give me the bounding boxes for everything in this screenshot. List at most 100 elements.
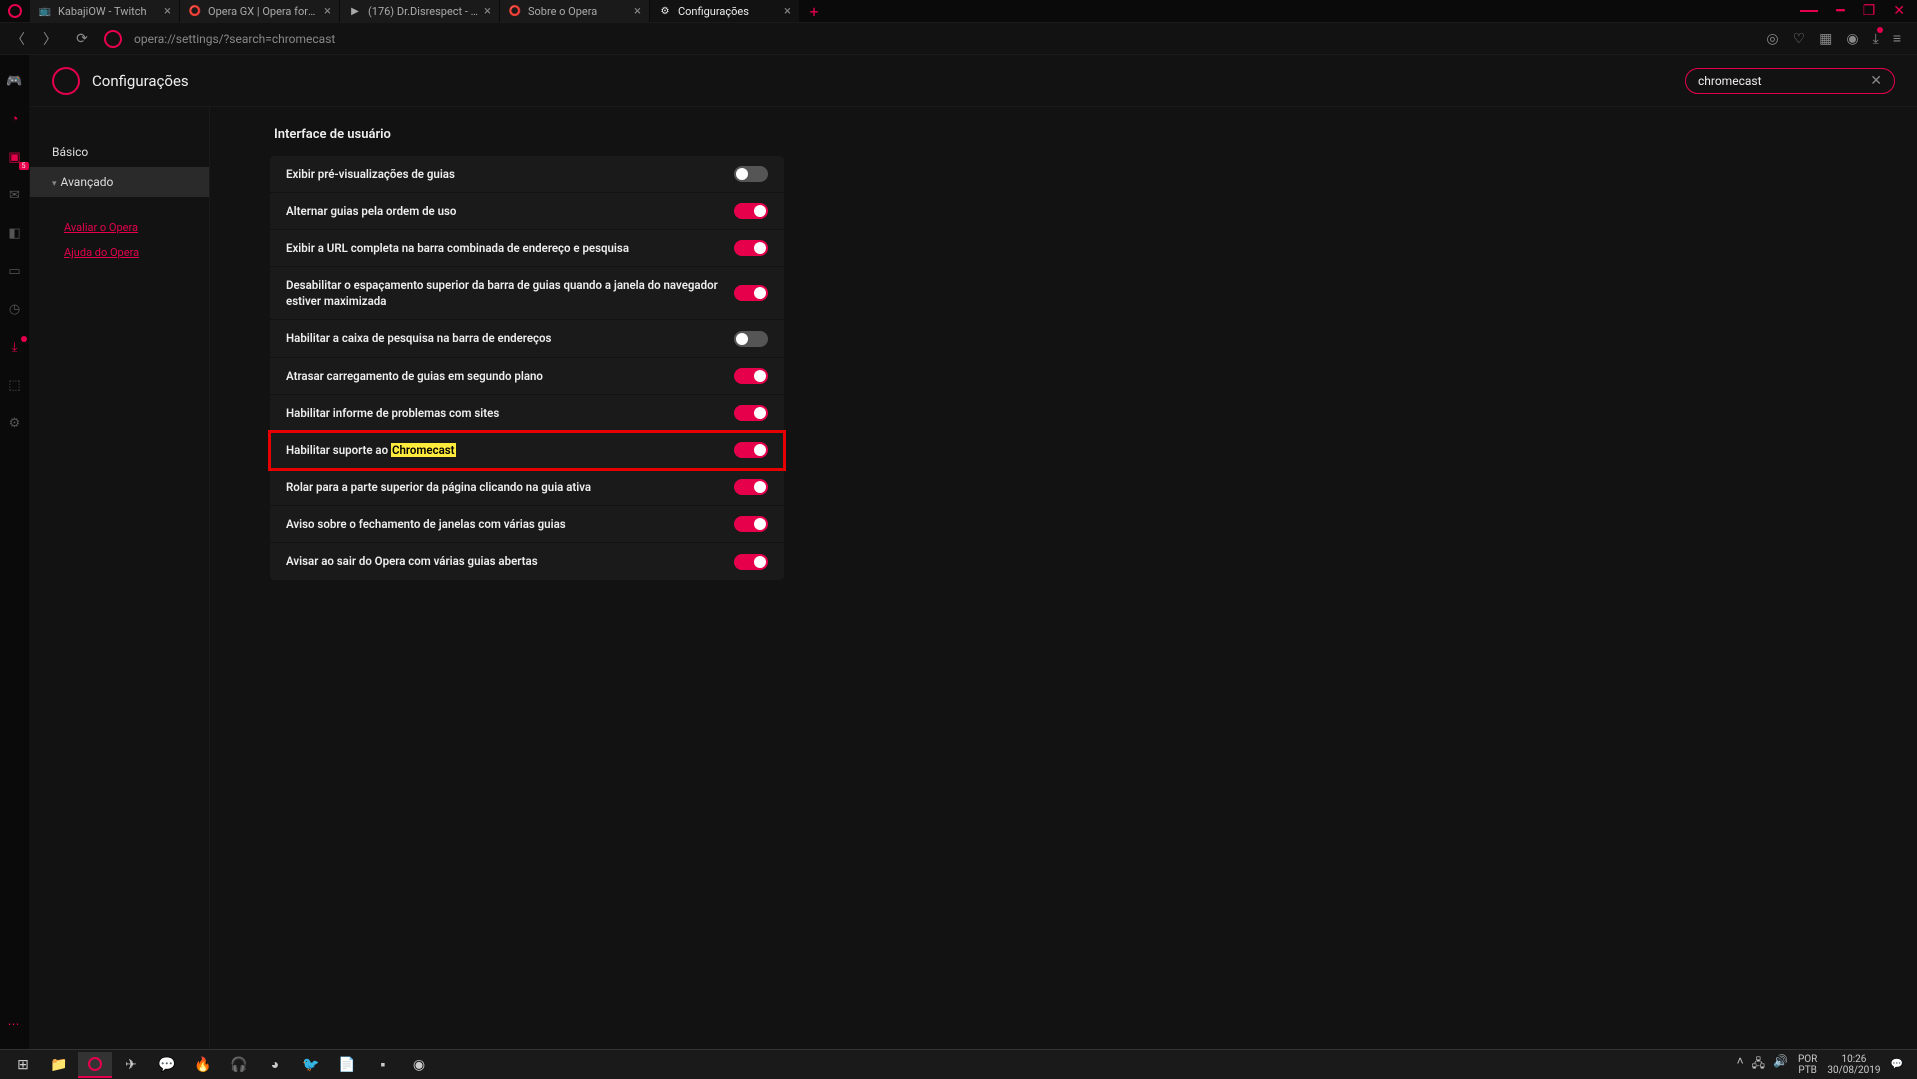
steam-icon[interactable]: ◕ — [258, 1052, 292, 1078]
volume-icon[interactable]: 🔊 — [1773, 1054, 1788, 1075]
settings-search-box[interactable]: ✕ — [1685, 68, 1895, 94]
tab-label: Opera GX | Opera forums — [208, 5, 318, 18]
downloads-sidebar-icon[interactable]: ⤓ — [7, 339, 23, 355]
setting-toggle[interactable] — [734, 516, 768, 532]
settings-sidebar-icon[interactable]: ⚙ — [7, 415, 23, 431]
action-center-icon[interactable]: 💬 — [1891, 1059, 1903, 1070]
settings-content: Interface de usuário Exibir pré-visualiz… — [210, 107, 1917, 1049]
app-icon-3[interactable]: 📄 — [330, 1052, 364, 1078]
network-icon[interactable]: 🖧 — [1752, 1054, 1765, 1075]
setting-row: Exibir pré-visualizações de guias — [270, 156, 784, 193]
gx-corner-icon[interactable]: 🎮 — [7, 73, 23, 89]
section-title-ui: Interface de usuário — [270, 127, 1857, 142]
whatsapp-sidebar-icon[interactable]: ✉ — [7, 187, 23, 203]
twitch-icon[interactable]: ▣5 — [7, 149, 23, 165]
tab-favicon: ▶ — [348, 4, 362, 18]
workspaces-icon[interactable]: ▭ — [7, 263, 23, 279]
setting-row: Habilitar informe de problemas com sites — [270, 395, 784, 432]
clock[interactable]: 10:2630/08/2019 — [1827, 1054, 1880, 1076]
opera-menu-button[interactable] — [0, 0, 30, 23]
language-indicator[interactable]: PORPTB — [1798, 1054, 1817, 1076]
tab-close-icon[interactable]: × — [484, 4, 491, 19]
nav-advanced[interactable]: ▾Avançado — [30, 167, 209, 197]
setting-row: Alternar guias pela ordem de uso — [270, 193, 784, 230]
opera-logo-icon — [52, 67, 80, 95]
setting-toggle[interactable] — [734, 203, 768, 219]
windows-taskbar: ⊞ 📁 ✈ 💬 🔥 🎧 ◕ 🐦 📄 ▪ ◉ ˄ 🖧 🔊 PORPTB 10:26… — [0, 1049, 1917, 1079]
extensions-icon[interactable]: ⬚ — [7, 377, 23, 393]
start-button[interactable]: ⊞ — [6, 1052, 40, 1078]
whatsapp-icon[interactable]: 💬 — [150, 1052, 184, 1078]
browser-tab[interactable]: ⭕ Opera GX | Opera forums × — [180, 0, 340, 22]
heart-icon[interactable]: ♡ — [1793, 31, 1806, 47]
setting-label: Atrasar carregamento de guias em segundo… — [286, 368, 734, 384]
extension-icon-2[interactable]: ◉ — [1846, 31, 1858, 47]
clear-search-icon[interactable]: ✕ — [1870, 73, 1882, 89]
settings-search-input[interactable] — [1698, 74, 1870, 88]
rate-opera-link[interactable]: Avaliar o Opera — [30, 215, 209, 240]
forward-button[interactable]: 〉 — [40, 29, 60, 49]
help-opera-link[interactable]: Ajuda do Opera — [30, 240, 209, 265]
setting-row: Exibir a URL completa na barra combinada… — [270, 230, 784, 267]
nav-basic[interactable]: Básico — [30, 137, 209, 167]
setting-toggle[interactable] — [734, 405, 768, 421]
tab-favicon: ⭕ — [188, 4, 202, 18]
downloads-icon[interactable]: ⤓ — [1873, 31, 1879, 47]
back-button[interactable]: 〈 — [8, 29, 28, 49]
app-icon-2[interactable]: 🐦 — [294, 1052, 328, 1078]
extension-icon-1[interactable]: ▦ — [1819, 31, 1832, 47]
messenger-sidebar-icon[interactable]: ◧ — [7, 225, 23, 241]
site-identity-icon[interactable] — [104, 30, 122, 48]
setting-toggle[interactable] — [734, 442, 768, 458]
telegram-icon[interactable]: ✈ — [114, 1052, 148, 1078]
system-tray[interactable]: ˄ 🖧 🔊 PORPTB 10:2630/08/2019 💬 — [1737, 1054, 1911, 1076]
setting-label: Avisar ao sair do Opera com várias guias… — [286, 553, 734, 569]
sidebar-more-icon[interactable]: ⋯ — [8, 1017, 22, 1031]
setting-toggle[interactable] — [734, 554, 768, 570]
chrome-icon[interactable]: ◉ — [402, 1052, 436, 1078]
tab-label: Configurações — [678, 5, 778, 18]
gx-control-icon[interactable] — [1800, 10, 1818, 12]
setting-label: Exibir pré-visualizações de guias — [286, 166, 734, 182]
easy-setup-icon[interactable]: ≡ — [1893, 30, 1901, 47]
browser-tab[interactable]: ▶ (176) Dr.Disrespect - Gillet... × — [340, 0, 500, 22]
setting-label: Habilitar a caixa de pesquisa na barra d… — [286, 330, 734, 346]
tab-label: (176) Dr.Disrespect - Gillet... — [368, 5, 478, 18]
browser-tab[interactable]: 📺KabajiOW - Twitch× — [30, 0, 180, 22]
browser-tab[interactable]: ⚙Configurações× — [650, 0, 800, 22]
limiter-icon[interactable]: ◔ — [7, 111, 23, 127]
nav-advanced-label: Avançado — [61, 175, 114, 189]
reload-button[interactable]: ⟳ — [72, 29, 92, 49]
address-bar: 〈 〉 ⟳ opera://settings/?search=chromecas… — [0, 23, 1917, 55]
setting-toggle[interactable] — [734, 240, 768, 256]
maximize-button[interactable]: ❐ — [1863, 3, 1876, 19]
setting-label: Aviso sobre o fechamento de janelas com … — [286, 516, 734, 532]
opera-gx-taskbar-icon[interactable] — [78, 1052, 112, 1078]
setting-toggle[interactable] — [734, 166, 768, 182]
browser-sidebar: 🎮 ◔ ▣5 ✉ ◧ ▭ ◷ ⤓ ⬚ ⚙ ⋯ — [0, 55, 30, 1049]
tab-close-icon[interactable]: × — [164, 4, 171, 19]
tab-close-icon[interactable]: × — [784, 4, 791, 19]
app-icon-1[interactable]: 🔥 — [186, 1052, 220, 1078]
snapshot-icon[interactable]: ◎ — [1766, 31, 1778, 47]
setting-label: Rolar para a parte superior da página cl… — [286, 479, 734, 495]
setting-toggle[interactable] — [734, 285, 768, 301]
tray-chevron-icon[interactable]: ˄ — [1737, 1054, 1744, 1075]
new-tab-button[interactable]: + — [800, 0, 828, 22]
setting-toggle[interactable] — [734, 368, 768, 384]
close-window-button[interactable]: ✕ — [1893, 3, 1905, 19]
minimize-button[interactable]: ━ — [1836, 3, 1844, 19]
setting-toggle[interactable] — [734, 479, 768, 495]
terminal-icon[interactable]: ▪ — [366, 1052, 400, 1078]
settings-list: Exibir pré-visualizações de guias Alterna… — [270, 156, 784, 580]
tab-close-icon[interactable]: × — [324, 4, 331, 19]
settings-nav: Básico ▾Avançado Avaliar o Opera Ajuda d… — [30, 107, 210, 1049]
file-explorer-icon[interactable]: 📁 — [42, 1052, 76, 1078]
browser-tab[interactable]: ⭕Sobre o Opera× — [500, 0, 650, 22]
tab-close-icon[interactable]: × — [634, 4, 641, 19]
setting-toggle[interactable] — [734, 331, 768, 347]
history-icon[interactable]: ◷ — [7, 301, 23, 317]
address-field[interactable]: opera://settings/?search=chromecast — [134, 32, 1754, 46]
discord-icon[interactable]: 🎧 — [222, 1052, 256, 1078]
setting-row: Aviso sobre o fechamento de janelas com … — [270, 506, 784, 543]
